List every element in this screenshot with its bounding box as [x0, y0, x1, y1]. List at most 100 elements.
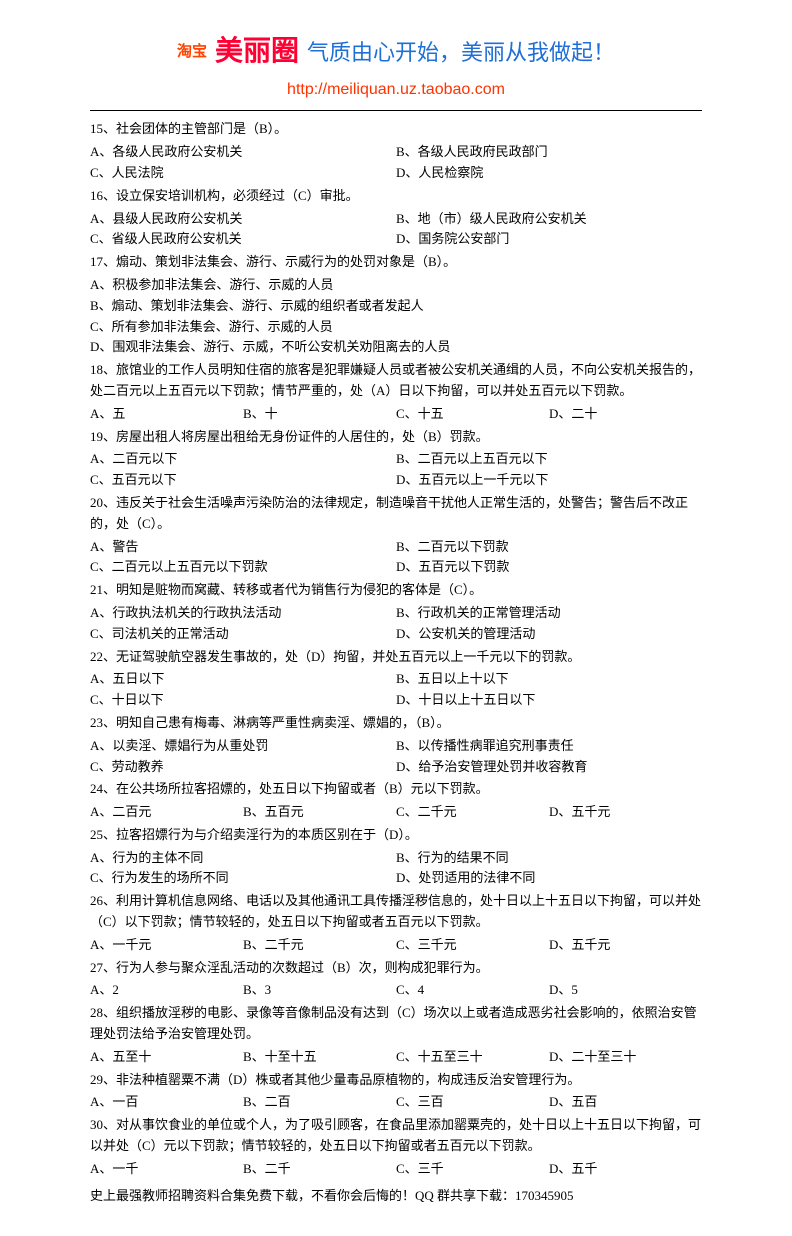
- header-url: http://meiliquan.uz.taobao.com: [90, 77, 702, 103]
- option: C、省级人民政府公安机关: [90, 229, 396, 250]
- option: D、人民检察院: [396, 163, 702, 184]
- option: A、一千元: [90, 935, 243, 956]
- question-options: A、县级人民政府公安机关B、地（市）级人民政府公安机关C、省级人民政府公安机关D…: [90, 209, 702, 251]
- option: A、各级人民政府公安机关: [90, 142, 396, 163]
- option: B、行为的结果不同: [396, 848, 702, 869]
- option: B、地（市）级人民政府公安机关: [396, 209, 702, 230]
- option: D、五千元: [549, 802, 702, 823]
- option: B、五百元: [243, 802, 396, 823]
- option: D、五千: [549, 1159, 702, 1180]
- option: D、十日以上十五日以下: [396, 690, 702, 711]
- option: D、5: [549, 980, 702, 1001]
- option: B、煽动、策划非法集会、游行、示威的组织者或者发起人: [90, 296, 702, 317]
- option: C、人民法院: [90, 163, 396, 184]
- option: C、十日以下: [90, 690, 396, 711]
- option: B、十至十五: [243, 1047, 396, 1068]
- question-stem: 27、行为人参与聚众淫乱活动的次数超过（B）次，则构成犯罪行为。: [90, 958, 702, 979]
- option: A、行为的主体不同: [90, 848, 396, 869]
- option: C、二百元以上五百元以下罚款: [90, 557, 396, 578]
- option: D、二十至三十: [549, 1047, 702, 1068]
- option: C、十五: [396, 404, 549, 425]
- question-stem: 15、社会团体的主管部门是（B）。: [90, 119, 702, 140]
- option: C、司法机关的正常活动: [90, 624, 396, 645]
- footer-text: 史上最强教师招聘资料合集免费下载，不看你会后悔的！QQ 群共享下载：170345…: [90, 1186, 702, 1207]
- question-stem: 23、明知自己患有梅毒、淋病等严重性病卖淫、嫖娼的，（B）。: [90, 713, 702, 734]
- page-header: 淘宝 美丽圈 气质由心开始，美丽从我做起！ http://meiliquan.u…: [90, 30, 702, 102]
- option: C、三千元: [396, 935, 549, 956]
- option: B、以传播性病罪追究刑事责任: [396, 736, 702, 757]
- option: D、给予治安管理处罚并收容教育: [396, 757, 702, 778]
- header-line1: 淘宝 美丽圈 气质由心开始，美丽从我做起！: [90, 30, 702, 75]
- option: B、二百元以下罚款: [396, 537, 702, 558]
- option: B、各级人民政府民政部门: [396, 142, 702, 163]
- brand-name: 美丽圈: [215, 30, 299, 75]
- question-options: A、二百元B、五百元C、二千元D、五千元: [90, 802, 702, 823]
- option: A、一千: [90, 1159, 243, 1180]
- question-options: A、五至十B、十至十五C、十五至三十D、二十至三十: [90, 1047, 702, 1068]
- question-stem: 28、组织播放淫秽的电影、录像等音像制品没有达到（C）场次以上或者造成恶劣社会影…: [90, 1003, 702, 1045]
- question-options: A、行为的主体不同B、行为的结果不同C、行为发生的场所不同D、处罚适用的法律不同: [90, 848, 702, 890]
- question-options: A、五日以下B、五日以上十以下C、十日以下D、十日以上十五日以下: [90, 669, 702, 711]
- option: D、国务院公安部门: [396, 229, 702, 250]
- option: D、二十: [549, 404, 702, 425]
- question-options: A、警告B、二百元以下罚款C、二百元以上五百元以下罚款D、五百元以下罚款: [90, 537, 702, 579]
- option: C、五百元以下: [90, 470, 396, 491]
- option: C、4: [396, 980, 549, 1001]
- option: B、二千: [243, 1159, 396, 1180]
- question-options: A、一千B、二千C、三千D、五千: [90, 1159, 702, 1180]
- question-stem: 22、无证驾驶航空器发生事故的，处（D）拘留，并处五百元以上一千元以下的罚款。: [90, 647, 702, 668]
- question-stem: 25、拉客招嫖行为与介绍卖淫行为的本质区别在于（D）。: [90, 825, 702, 846]
- option: D、五千元: [549, 935, 702, 956]
- option: D、五百: [549, 1092, 702, 1113]
- question-stem: 17、煽动、策划非法集会、游行、示威行为的处罚对象是（B）。: [90, 252, 702, 273]
- option: A、警告: [90, 537, 396, 558]
- option: B、二百: [243, 1092, 396, 1113]
- questions-container: 15、社会团体的主管部门是（B）。A、各级人民政府公安机关B、各级人民政府民政部…: [90, 119, 702, 1179]
- option: C、十五至三十: [396, 1047, 549, 1068]
- option: D、处罚适用的法律不同: [396, 868, 702, 889]
- option: B、五日以上十以下: [396, 669, 702, 690]
- option: D、五百元以上一千元以下: [396, 470, 702, 491]
- option: A、二百元以下: [90, 449, 396, 470]
- option: A、行政执法机关的行政执法活动: [90, 603, 396, 624]
- option: B、十: [243, 404, 396, 425]
- option: D、公安机关的管理活动: [396, 624, 702, 645]
- option: C、三百: [396, 1092, 549, 1113]
- option: C、三千: [396, 1159, 549, 1180]
- option: A、五: [90, 404, 243, 425]
- question-stem: 21、明知是赃物而窝藏、转移或者代为销售行为侵犯的客体是（C）。: [90, 580, 702, 601]
- question-stem: 26、利用计算机信息网络、电话以及其他通讯工具传播淫秽信息的，处十日以上十五日以…: [90, 891, 702, 933]
- option: B、行政机关的正常管理活动: [396, 603, 702, 624]
- option: A、五日以下: [90, 669, 396, 690]
- option: A、一百: [90, 1092, 243, 1113]
- question-options: A、行政执法机关的行政执法活动B、行政机关的正常管理活动C、司法机关的正常活动D…: [90, 603, 702, 645]
- option: B、二千元: [243, 935, 396, 956]
- question-stem: 29、非法种植罂粟不满（D）株或者其他少量毒品原植物的，构成违反治安管理行为。: [90, 1070, 702, 1091]
- question-options: A、以卖淫、嫖娼行为从重处罚B、以传播性病罪追究刑事责任C、劳动教养D、给予治安…: [90, 736, 702, 778]
- option: A、二百元: [90, 802, 243, 823]
- slogan: 气质由心开始，美丽从我做起！: [307, 35, 615, 70]
- taobao-label: 淘宝: [177, 40, 207, 64]
- question-options: A、一千元B、二千元C、三千元D、五千元: [90, 935, 702, 956]
- option: A、2: [90, 980, 243, 1001]
- question-stem: 20、违反关于社会生活噪声污染防治的法律规定，制造噪音干扰他人正常生活的，处警告…: [90, 493, 702, 535]
- question-options: A、二百元以下B、二百元以上五百元以下C、五百元以下D、五百元以上一千元以下: [90, 449, 702, 491]
- option: D、围观非法集会、游行、示威，不听公安机关劝阻离去的人员: [90, 337, 702, 358]
- option: C、二千元: [396, 802, 549, 823]
- question-options: A、五B、十C、十五D、二十: [90, 404, 702, 425]
- question-stem: 19、房屋出租人将房屋出租给无身份证件的人居住的，处（B）罚款。: [90, 427, 702, 448]
- option: B、二百元以上五百元以下: [396, 449, 702, 470]
- option: C、所有参加非法集会、游行、示威的人员: [90, 317, 702, 338]
- question-stem: 24、在公共场所拉客招嫖的，处五日以下拘留或者（B）元以下罚款。: [90, 779, 702, 800]
- option: A、积极参加非法集会、游行、示威的人员: [90, 275, 702, 296]
- question-options: A、各级人民政府公安机关B、各级人民政府民政部门C、人民法院D、人民检察院: [90, 142, 702, 184]
- question-stem: 16、设立保安培训机构，必须经过（C）审批。: [90, 186, 702, 207]
- question-options: A、2B、3C、4D、5: [90, 980, 702, 1001]
- option: C、劳动教养: [90, 757, 396, 778]
- question-stem: 30、对从事饮食业的单位或个人，为了吸引顾客，在食品里添加罂粟壳的，处十日以上十…: [90, 1115, 702, 1157]
- question-stem: 18、旅馆业的工作人员明知住宿的旅客是犯罪嫌疑人员或者被公安机关通缉的人员，不向…: [90, 360, 702, 402]
- question-options: A、积极参加非法集会、游行、示威的人员B、煽动、策划非法集会、游行、示威的组织者…: [90, 275, 702, 358]
- option: D、五百元以下罚款: [396, 557, 702, 578]
- question-options: A、一百B、二百C、三百D、五百: [90, 1092, 702, 1113]
- option: B、3: [243, 980, 396, 1001]
